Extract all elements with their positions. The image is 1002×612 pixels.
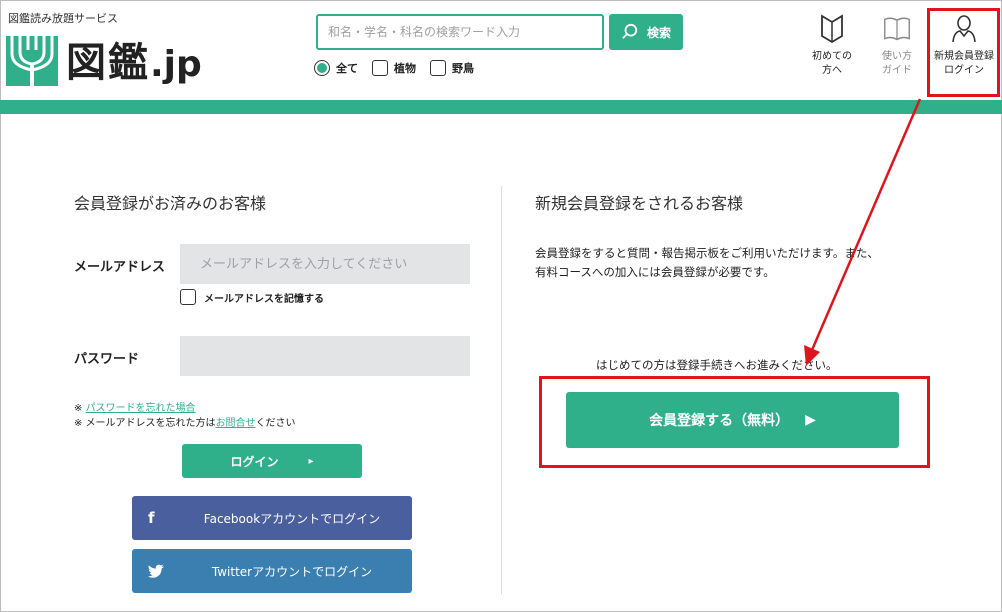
search-button[interactable]: 検索	[609, 14, 683, 50]
first-time-note: はじめての方は登録手続きへお進みください。	[596, 358, 838, 372]
checkbox-icon[interactable]	[372, 60, 388, 76]
checkbox-icon[interactable]	[180, 289, 196, 305]
filter-plants[interactable]: 植物	[372, 60, 416, 76]
login-section-title: 会員登録がお済みのお客様	[74, 194, 267, 213]
login-button[interactable]: ログイン ▸	[182, 444, 362, 478]
book-icon	[884, 17, 910, 41]
contact-link[interactable]: お問合せ	[216, 418, 256, 429]
logo-wordmark[interactable]: 図鑑.jp	[66, 30, 202, 88]
search-button-label: 検索	[646, 25, 671, 40]
facebook-login-button[interactable]: f Facebookアカウントでログイン	[132, 496, 412, 540]
highlight-register-button	[539, 376, 930, 468]
search-icon	[622, 23, 638, 39]
search-filters: 全て 植物 野鳥	[314, 60, 474, 76]
nav-first-time[interactable]: 初めての 方へ	[804, 14, 860, 78]
filter-all[interactable]: 全て	[314, 60, 358, 76]
forgot-password-link[interactable]: パスワードを忘れた場合	[86, 403, 196, 414]
chevron-right-icon: ▸	[308, 455, 314, 467]
password-field[interactable]	[180, 336, 470, 376]
filter-birds[interactable]: 野鳥	[430, 60, 474, 76]
bookmark-icon	[821, 14, 843, 44]
login-notes: ※ パスワードを忘れた場合 ※ メールアドレスを忘れた方はお問合せください	[74, 403, 296, 429]
email-label: メールアドレス	[74, 260, 166, 275]
site-tagline: 図鑑読み放題サービス	[8, 12, 118, 25]
highlight-register-login	[927, 8, 1000, 97]
header-accent-bar	[0, 100, 1002, 114]
logo-icon[interactable]	[6, 36, 58, 86]
radio-selected-icon[interactable]	[314, 60, 330, 76]
column-divider	[501, 186, 502, 594]
register-section-title: 新規会員登録をされるお客様	[535, 194, 744, 213]
email-field[interactable]	[180, 244, 470, 284]
register-description: 会員登録をすると質問・報告掲示板をご利用いただけます。また、 有料コースへの加入…	[535, 246, 879, 279]
twitter-login-button[interactable]: Twitterアカウントでログイン	[132, 549, 412, 593]
nav-guide[interactable]: 使い方 ガイド	[872, 14, 922, 78]
checkbox-icon[interactable]	[430, 60, 446, 76]
search-input[interactable]	[316, 14, 604, 50]
password-label: パスワード	[74, 352, 140, 367]
remember-email[interactable]: メールアドレスを記憶する	[180, 289, 324, 305]
